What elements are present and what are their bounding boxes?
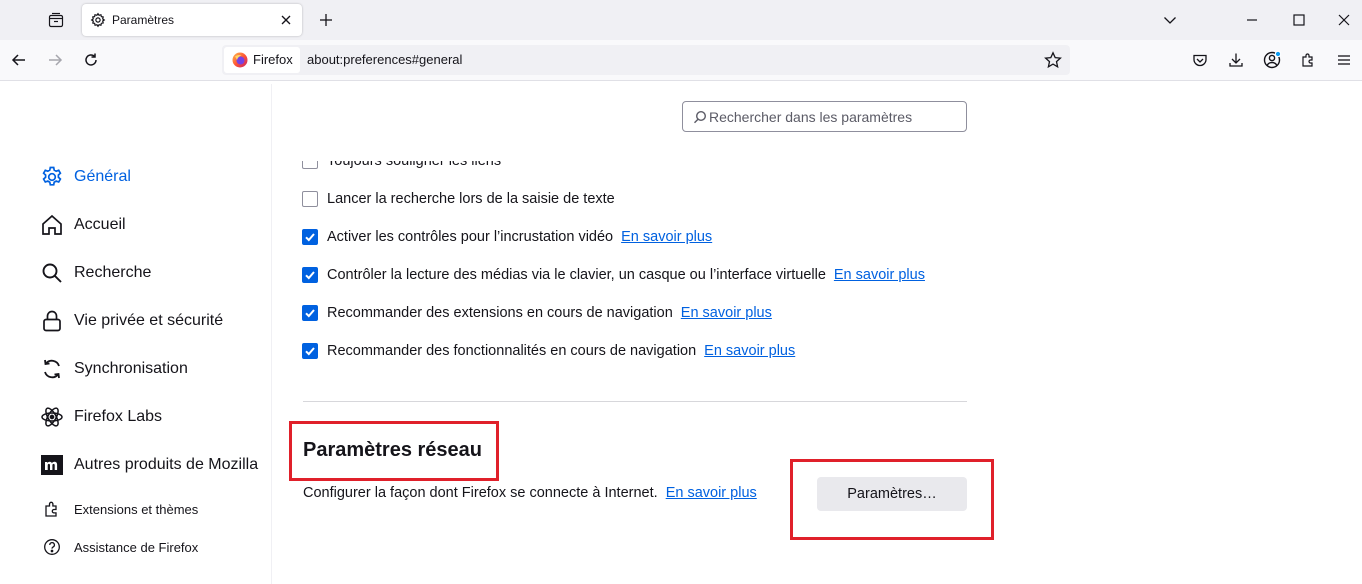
checkbox-checked[interactable] — [302, 229, 318, 245]
window-close-icon[interactable] — [1332, 8, 1356, 32]
minimize-icon[interactable] — [1240, 8, 1264, 32]
tab-list-icon[interactable] — [44, 8, 68, 32]
checkbox-checked[interactable] — [302, 267, 318, 283]
help-icon — [43, 538, 61, 556]
sidebar-item-label: Synchronisation — [74, 360, 188, 377]
tab-bar: Paramètres — [0, 0, 1362, 40]
sidebar-item-label: Accueil — [74, 216, 126, 233]
close-icon[interactable] — [278, 12, 294, 28]
checkbox-row: Lancer la recherche lors de la saisie de… — [302, 189, 615, 209]
identity-label: Firefox — [253, 52, 293, 67]
sidebar-item-label: Firefox Labs — [74, 408, 163, 425]
learn-more-link[interactable]: En savoir plus — [681, 305, 772, 321]
star-icon[interactable] — [1044, 51, 1062, 69]
checkbox-label[interactable]: Activer les contrôles pour l’incrustatio… — [327, 229, 613, 245]
mozilla-icon — [40, 453, 64, 477]
checkbox-row: Contrôler la lecture des médias via le c… — [302, 265, 925, 285]
checkbox-row: Activer les contrôles pour l’incrustatio… — [302, 227, 712, 247]
lock-icon — [40, 309, 64, 333]
tab-parametres[interactable]: Paramètres — [82, 4, 302, 36]
checkbox-label[interactable]: Recommander des fonctionnalités en cours… — [327, 343, 696, 359]
navigation-toolbar: Firefox about:preferences#general — [0, 40, 1362, 81]
new-tab-button[interactable] — [314, 8, 338, 32]
network-settings-title: Paramètres réseau — [303, 439, 483, 461]
home-icon — [40, 213, 64, 237]
network-description-row: Configurer la façon dont Firefox se conn… — [303, 485, 757, 501]
sidebar-item-label: Vie privée et sécurité — [74, 312, 224, 329]
url-text[interactable]: about:preferences#general — [307, 53, 462, 67]
back-arrow-icon[interactable] — [7, 48, 31, 72]
sidebar-item-label: Autres produits de Mozilla — [74, 456, 259, 473]
checkbox-unchecked[interactable] — [302, 191, 318, 207]
checkbox-checked[interactable] — [302, 343, 318, 359]
tab-title: Paramètres — [112, 13, 175, 27]
firefox-logo-icon — [232, 52, 248, 68]
maximize-icon[interactable] — [1287, 8, 1311, 32]
sidebar-item-label: Général — [74, 168, 131, 185]
section-separator — [303, 401, 967, 402]
checkbox-label[interactable]: Lancer la recherche lors de la saisie de… — [327, 191, 615, 207]
learn-more-link[interactable]: En savoir plus — [621, 229, 712, 245]
reload-icon[interactable] — [79, 48, 103, 72]
learn-more-link[interactable]: En savoir plus — [704, 343, 795, 359]
checkbox-checked[interactable] — [302, 305, 318, 321]
account-icon[interactable] — [1260, 48, 1284, 72]
network-settings-button[interactable]: Paramètres… — [817, 477, 967, 511]
url-bar[interactable]: Firefox about:preferences#general — [222, 45, 1070, 75]
checkbox-row: Recommander des extensions en cours de n… — [302, 303, 772, 323]
scroll-clip — [290, 132, 990, 161]
checkbox-label[interactable]: Recommander des extensions en cours de n… — [327, 305, 673, 321]
gear-icon — [40, 165, 64, 189]
gear-icon — [90, 12, 106, 28]
puzzle-icon — [43, 500, 61, 518]
sidebar-item-label: Extensions et thèmes — [74, 502, 199, 517]
atom-icon — [40, 405, 64, 429]
learn-more-link[interactable]: En savoir plus — [834, 267, 925, 283]
search-icon — [40, 261, 64, 285]
identity-box[interactable]: Firefox — [224, 47, 300, 73]
pocket-icon[interactable] — [1188, 48, 1212, 72]
checkbox-label[interactable]: Contrôler la lecture des médias via le c… — [327, 267, 826, 283]
chevron-down-icon[interactable] — [1158, 8, 1182, 32]
extensions-puzzle-icon[interactable] — [1296, 48, 1320, 72]
menu-icon[interactable] — [1332, 48, 1356, 72]
forward-arrow-icon[interactable] — [43, 48, 67, 72]
sidebar-divider — [271, 84, 272, 584]
learn-more-link[interactable]: En savoir plus — [666, 485, 757, 501]
checkbox-row: Recommander des fonctionnalités en cours… — [302, 341, 795, 361]
sync-icon — [40, 357, 64, 381]
sidebar-item-label: Recherche — [74, 264, 152, 281]
download-icon[interactable] — [1224, 48, 1248, 72]
network-description: Configurer la façon dont Firefox se conn… — [303, 485, 658, 501]
settings-search-input[interactable] — [709, 106, 959, 128]
settings-search-box[interactable] — [682, 101, 967, 132]
sidebar-item-label: Assistance de Firefox — [74, 540, 199, 555]
search-icon — [693, 110, 707, 124]
